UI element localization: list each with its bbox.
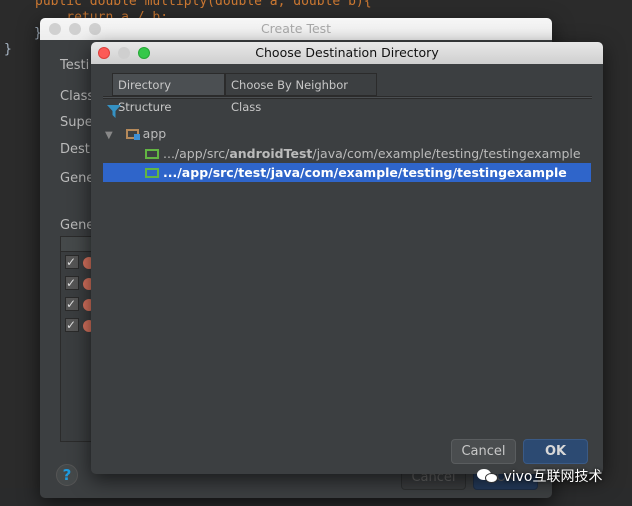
folder-icon	[145, 149, 159, 159]
tab-directory-structure[interactable]: Directory Structure	[112, 73, 225, 114]
close-button[interactable]	[49, 23, 61, 35]
code-line: }	[4, 42, 12, 57]
checkbox[interactable]: ✓	[65, 255, 79, 269]
path-bold: androidTest	[229, 146, 313, 161]
cancel-button[interactable]: Cancel	[451, 439, 516, 464]
dialog-title: Create Test	[260, 21, 332, 36]
label: Gene	[60, 218, 95, 233]
minimize-button[interactable]	[118, 47, 130, 59]
question-icon[interactable]: ?	[56, 464, 78, 486]
checkbox[interactable]: ✓	[65, 297, 79, 311]
label: Class	[60, 89, 95, 104]
checkbox[interactable]: ✓	[65, 318, 79, 332]
filter-icon[interactable]	[107, 105, 121, 118]
title-bar: Create Test	[40, 18, 552, 40]
code-line: public double multiply(double a, double …	[35, 0, 372, 9]
watermark-text: vivo互联网技术	[503, 469, 603, 485]
title-bar: Choose Destination Directory	[91, 42, 603, 64]
path-prefix: .../app/src/	[163, 146, 230, 161]
choose-destination-dialog: Choose Destination Directory Directory S…	[91, 42, 603, 474]
path-suffix: /java/com/example/testing/testingexample	[266, 165, 567, 180]
path-suffix: /java/com/example/testing/testingexample	[312, 146, 581, 161]
watermark: vivo互联网技术	[477, 466, 602, 488]
tree-item-directory[interactable]: .../app/src/androidTest/java/com/example…	[103, 144, 591, 163]
tree-item-directory-selected[interactable]: .../app/src/test/java/com/example/testin…	[103, 163, 591, 182]
label: Gene	[60, 171, 95, 186]
zoom-button[interactable]	[89, 23, 101, 35]
tree-item-app[interactable]: ▼ app	[103, 124, 591, 143]
minimize-button[interactable]	[69, 23, 81, 35]
folder-icon	[145, 168, 159, 178]
checkbox[interactable]: ✓	[65, 276, 79, 290]
expand-arrow-icon[interactable]: ▼	[105, 130, 113, 141]
label: Desti	[60, 142, 94, 157]
label: Supe	[60, 115, 93, 130]
tab-divider	[103, 96, 592, 99]
checkbox-list: ✓ ✓ ✓ ✓	[65, 255, 79, 332]
close-button[interactable]	[98, 47, 110, 59]
zoom-button[interactable]	[138, 47, 150, 59]
path-bold: test	[238, 165, 267, 180]
label: Testi	[60, 58, 90, 73]
path-prefix: .../app/src/	[163, 165, 239, 180]
tree-item-label: app	[142, 126, 167, 141]
module-folder-icon	[125, 129, 140, 140]
tab-choose-by-neighbor-class[interactable]: Choose By Neighbor Class	[225, 73, 377, 114]
ok-button[interactable]: OK	[523, 439, 588, 464]
dialog-title: Choose Destination Directory	[255, 45, 439, 60]
wechat-icon	[477, 469, 499, 483]
